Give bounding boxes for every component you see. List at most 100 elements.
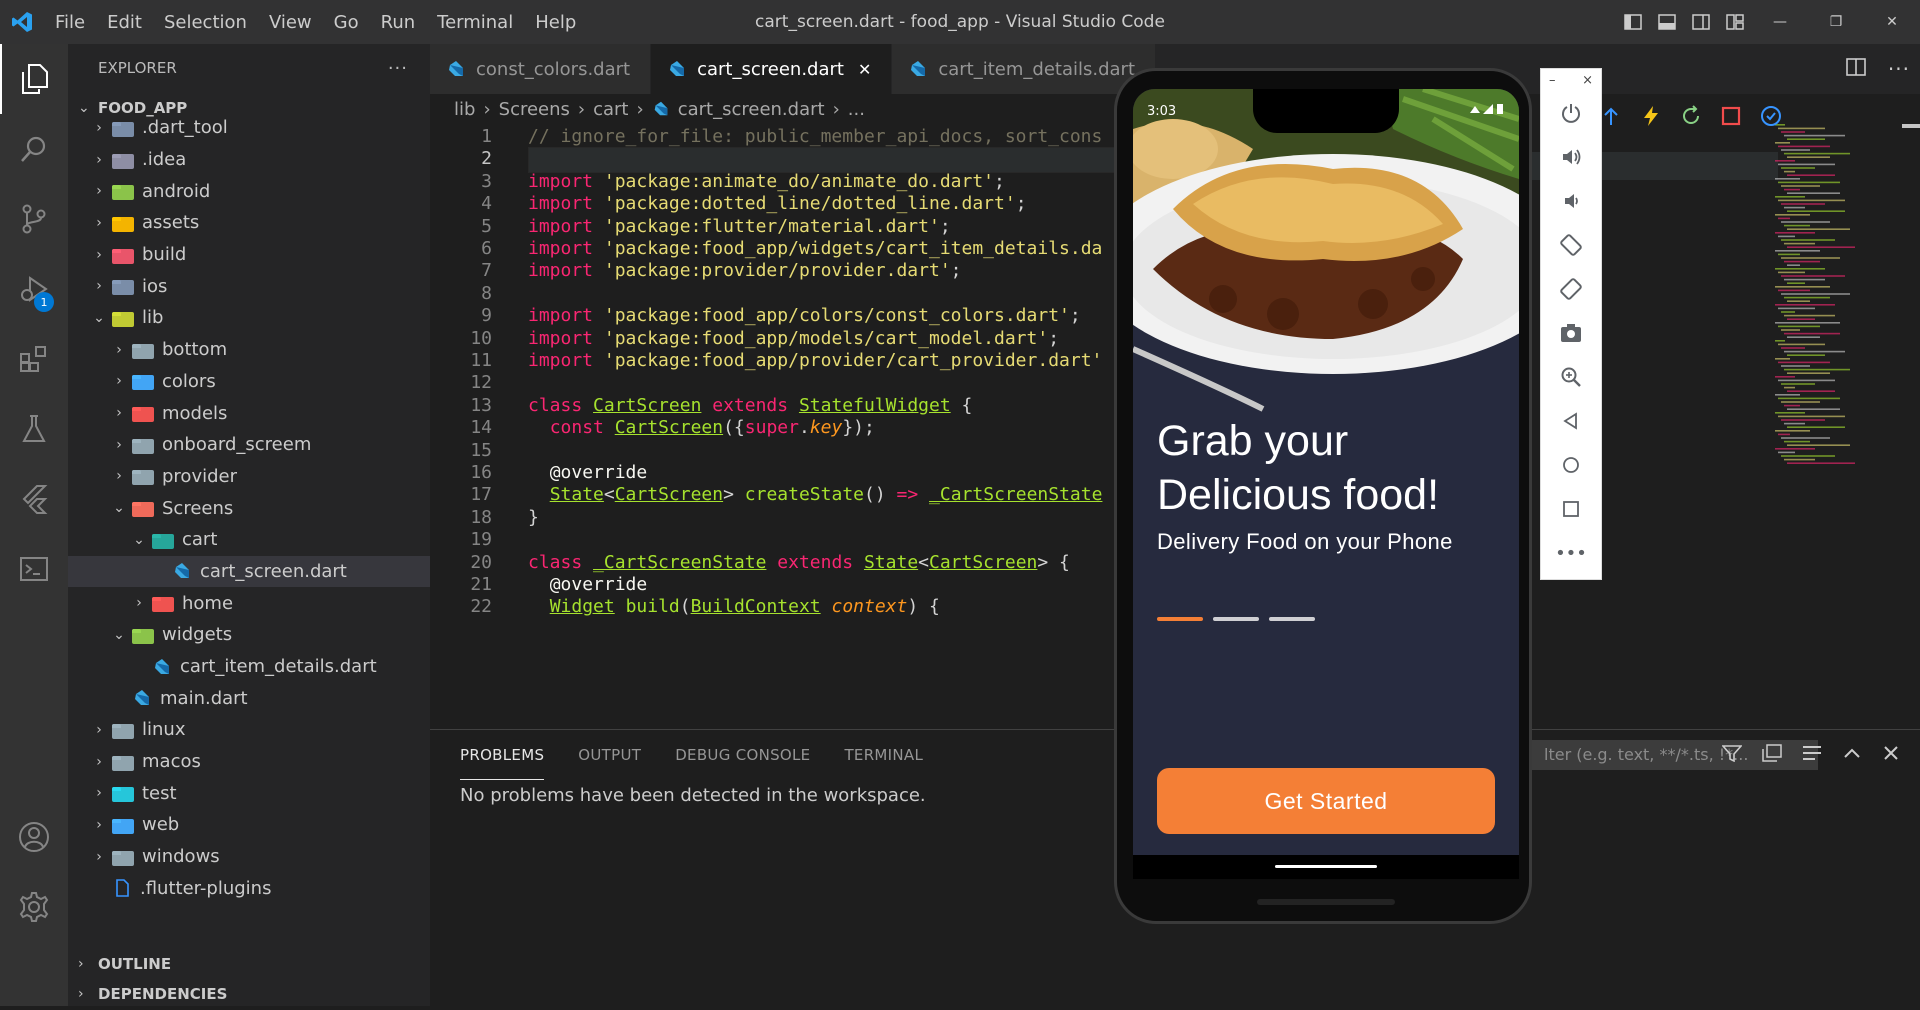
devtools-icon[interactable] — [1760, 105, 1782, 131]
panel-tab-problems[interactable]: PROBLEMS — [460, 730, 545, 780]
menu-item-file[interactable]: File — [44, 12, 96, 33]
explorer-more-icon[interactable]: ··· — [388, 58, 408, 79]
account-icon[interactable] — [0, 802, 68, 872]
tree-folder[interactable]: › test — [68, 777, 430, 809]
menu-item-view[interactable]: View — [258, 12, 323, 33]
tree-file[interactable]: cart_screen.dart — [68, 555, 430, 588]
maximize-panel-icon[interactable] — [1842, 743, 1862, 767]
tree-folder[interactable]: › build — [68, 239, 430, 271]
tree-folder[interactable]: › windows — [68, 841, 430, 873]
toggle-primary-sidebar-icon[interactable] — [1616, 0, 1650, 44]
tree-folder[interactable]: › .dart_tool — [68, 112, 430, 144]
page-dot[interactable] — [1269, 617, 1315, 621]
menu-item-go[interactable]: Go — [323, 12, 370, 33]
camera-icon[interactable] — [1541, 311, 1601, 355]
tab-cart-screen-dart[interactable]: cart_screen.dart ✕ — [651, 44, 893, 94]
volume-up-icon[interactable] — [1541, 135, 1601, 179]
tree-folder[interactable]: › ios — [68, 270, 430, 302]
lightning-icon[interactable] — [1640, 105, 1662, 131]
emulator-close[interactable]: × — [1582, 73, 1593, 88]
terminal-icon[interactable] — [0, 534, 68, 604]
home-icon[interactable] — [1541, 443, 1601, 487]
settings-gear-icon[interactable] — [0, 872, 68, 942]
tree-folder[interactable]: › bottom — [68, 334, 430, 366]
outline-section-header[interactable]: › OUTLINE — [68, 948, 430, 980]
tree-folder[interactable]: › linux — [68, 714, 430, 746]
restart-icon[interactable] — [1680, 105, 1702, 131]
tree-file[interactable]: .flutter-plugins — [68, 873, 430, 903]
stop-icon[interactable] — [1720, 105, 1742, 131]
dependencies-section-header[interactable]: › DEPENDENCIES — [68, 978, 430, 1010]
close-window-icon[interactable]: ✕ — [1864, 0, 1920, 44]
run-debug-icon[interactable]: 1 — [0, 254, 68, 324]
tree-folder[interactable]: › models — [68, 397, 430, 429]
line-number: 4 — [481, 193, 492, 215]
close-tab-icon[interactable]: ✕ — [858, 60, 871, 79]
tree-folder[interactable]: ⌄ lib — [68, 302, 430, 334]
breadcrumb-item[interactable]: Screens — [499, 99, 570, 120]
tab-cart-item-details-dart[interactable]: cart_item_details.dart — [892, 44, 1157, 94]
tree-folder[interactable]: › assets — [68, 207, 430, 239]
home-gesture-bar[interactable] — [1275, 865, 1377, 868]
testing-icon[interactable] — [0, 394, 68, 464]
breadcrumb-item[interactable]: cart — [593, 99, 628, 120]
close-panel-icon[interactable] — [1882, 743, 1900, 767]
tree-file[interactable]: main.dart — [68, 682, 430, 714]
tree-folder[interactable]: › .idea — [68, 144, 430, 176]
phone-screen[interactable]: 3:03 Grab your Delicious food! Delivery … — [1133, 89, 1519, 879]
more-icon[interactable]: ••• — [1541, 531, 1601, 575]
tree-file[interactable]: cart_item_details.dart — [68, 651, 430, 683]
tree-folder[interactable]: › provider — [68, 461, 430, 493]
emulator-minimize[interactable]: – — [1549, 73, 1556, 88]
view-as-list-icon[interactable] — [1802, 743, 1822, 767]
breadcrumb-item[interactable]: lib — [454, 99, 475, 120]
menu-item-edit[interactable]: Edit — [96, 12, 153, 33]
more-actions-icon[interactable]: ··· — [1888, 57, 1910, 81]
flutter-icon[interactable] — [0, 464, 68, 534]
code-editor[interactable]: 1 // ignore_for_file: public_member_api_d… — [430, 124, 1118, 729]
tree-folder[interactable]: ⌄ cart — [68, 524, 430, 556]
tree-folder[interactable]: › macos — [68, 746, 430, 778]
tab-const-colors-dart[interactable]: const_colors.dart — [430, 44, 652, 94]
search-icon[interactable] — [0, 114, 68, 184]
minimize-icon[interactable]: — — [1752, 0, 1808, 44]
panel-tab-output[interactable]: OUTPUT — [578, 730, 641, 780]
tree-folder[interactable]: › colors — [68, 366, 430, 398]
customize-layout-icon[interactable] — [1718, 0, 1752, 44]
breadcrumb-item[interactable]: ... — [848, 99, 865, 120]
panel-tab-debug-console[interactable]: DEBUG CONSOLE — [675, 730, 810, 780]
hot-restart-icon[interactable] — [1600, 105, 1622, 131]
toggle-panel-icon[interactable] — [1650, 0, 1684, 44]
tree-folder[interactable]: › onboard_screem — [68, 429, 430, 461]
zoom-icon[interactable] — [1541, 355, 1601, 399]
overview-icon[interactable] — [1541, 487, 1601, 531]
page-dot[interactable] — [1213, 617, 1259, 621]
power-icon[interactable] — [1541, 91, 1601, 135]
filter-icon[interactable] — [1721, 743, 1743, 767]
split-editor-icon[interactable] — [1846, 57, 1866, 81]
collapse-all-icon[interactable] — [1762, 743, 1782, 767]
menu-item-terminal[interactable]: Terminal — [426, 12, 524, 33]
minimap[interactable] — [1775, 124, 1895, 484]
menu-item-run[interactable]: Run — [370, 12, 427, 33]
rotate-left-icon[interactable] — [1541, 223, 1601, 267]
source-control-icon[interactable] — [0, 184, 68, 254]
menu-item-selection[interactable]: Selection — [153, 12, 258, 33]
rotate-right-icon[interactable] — [1541, 267, 1601, 311]
toggle-secondary-sidebar-icon[interactable] — [1684, 0, 1718, 44]
tree-folder[interactable]: › android — [68, 175, 430, 207]
page-dot-active[interactable] — [1157, 617, 1203, 621]
restore-icon[interactable]: ❐ — [1808, 0, 1864, 44]
volume-down-icon[interactable] — [1541, 179, 1601, 223]
explorer-icon[interactable] — [0, 44, 68, 114]
breadcrumb-item[interactable]: cart_screen.dart — [678, 99, 825, 120]
get-started-button[interactable]: Get Started — [1157, 768, 1495, 834]
menu-item-help[interactable]: Help — [524, 12, 587, 33]
panel-tab-terminal[interactable]: TERMINAL — [844, 730, 923, 780]
tree-folder[interactable]: ⌄ Screens — [68, 492, 430, 524]
extensions-icon[interactable] — [0, 324, 68, 394]
tree-folder[interactable]: › web — [68, 809, 430, 841]
back-icon[interactable] — [1541, 399, 1601, 443]
tree-folder[interactable]: › home — [68, 587, 430, 619]
tree-folder[interactable]: ⌄ widgets — [68, 619, 430, 651]
